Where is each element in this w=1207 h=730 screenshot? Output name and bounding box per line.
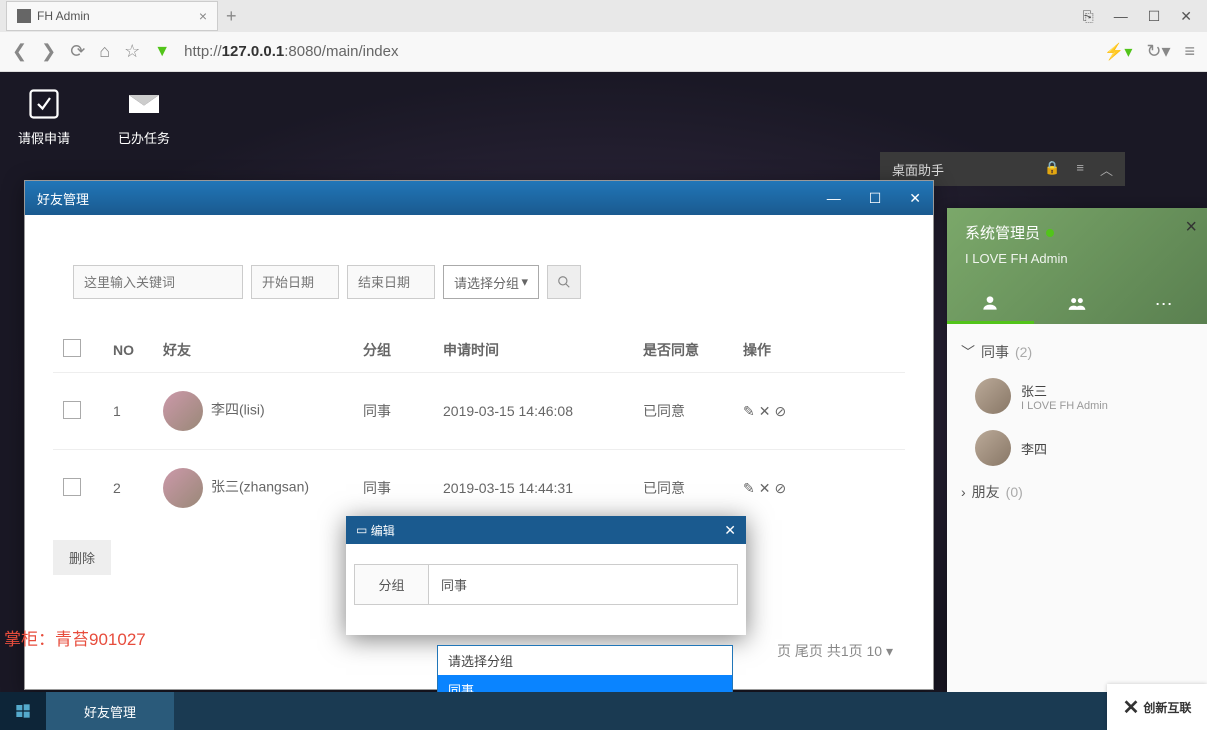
dots-icon: ⋯ bbox=[1155, 294, 1173, 315]
window-maximize-icon[interactable]: ☐ bbox=[1148, 8, 1161, 25]
table-row: 2 张三(zhangsan) 同事 2019-03-15 14:44:31 已同… bbox=[53, 450, 905, 527]
tab-groups[interactable] bbox=[1034, 284, 1121, 324]
friend-item[interactable]: 张三I LOVE FH Admin bbox=[961, 370, 1193, 422]
new-tab-button[interactable]: + bbox=[226, 6, 237, 27]
browser-tab[interactable]: FH Admin × bbox=[6, 1, 218, 31]
taskbar: 好友管理 bbox=[0, 692, 1207, 730]
star-icon[interactable]: ☆ bbox=[124, 41, 140, 62]
tab-more[interactable]: ⋯ bbox=[1120, 284, 1207, 324]
keyword-input[interactable] bbox=[73, 265, 243, 299]
table-row: 1 李四(lisi) 同事 2019-03-15 14:46:08 已同意 ✎✕… bbox=[53, 373, 905, 450]
watermark-logo: ✕创新互联 bbox=[1107, 684, 1207, 730]
tab-close-icon[interactable]: × bbox=[199, 8, 207, 24]
browser-tab-strip: FH Admin × + ⎘ — ☐ ✕ bbox=[0, 0, 1207, 32]
block-icon[interactable]: ⊘ bbox=[774, 480, 790, 496]
modal-close-icon[interactable]: ✕ bbox=[724, 522, 736, 539]
modal-titlebar[interactable]: ▭ 编辑 ✕ bbox=[346, 516, 746, 544]
home-icon[interactable]: ⌂ bbox=[99, 41, 110, 62]
chat-close-icon[interactable]: × bbox=[1185, 216, 1197, 239]
end-date-input[interactable] bbox=[347, 265, 435, 299]
edit-icon bbox=[26, 86, 62, 122]
pagination[interactable]: 页 尾页 共1页 10 ▾ bbox=[777, 641, 893, 661]
group-select-value[interactable]: 同事 bbox=[429, 565, 737, 604]
browser-extras-icon[interactable]: ⎘ bbox=[1083, 8, 1094, 25]
chevron-down-icon: ﹀ bbox=[961, 342, 975, 362]
group-dropdown: 请选择分组 同事 朋友 bbox=[437, 645, 733, 692]
modal-icon: ▭ bbox=[356, 523, 367, 537]
window-min-icon[interactable]: — bbox=[827, 190, 841, 207]
window-titlebar[interactable]: 好友管理 — ☐ ✕ bbox=[25, 181, 933, 215]
edit-icon[interactable]: ✎ bbox=[743, 403, 759, 419]
delete-button[interactable]: 删除 bbox=[53, 540, 111, 575]
group-label: 分组 bbox=[355, 565, 429, 604]
refresh-icon[interactable]: ⟳ bbox=[70, 41, 85, 62]
shield-icon[interactable]: ▼ bbox=[154, 43, 170, 61]
avatar bbox=[975, 378, 1011, 414]
avatar bbox=[975, 430, 1011, 466]
tab-favicon bbox=[17, 9, 31, 23]
friends-table: NO 好友 分组 申请时间 是否同意 操作 1 李四(lisi) 同事 2019… bbox=[53, 327, 905, 526]
taskbar-item[interactable]: 好友管理 bbox=[46, 692, 174, 730]
brand-text: 掌柜：青苔901027 bbox=[4, 625, 146, 650]
desktop-area: 请假申请 已办任务 桌面助手 🔒 ≡ ︿ 好友管理 — ☐ ✕ bbox=[0, 72, 1207, 692]
browser-toolbar: ❮ ❯ ⟳ ⌂ ☆ ▼ http://127.0.0.1:8080/main/i… bbox=[0, 32, 1207, 72]
window-close-icon[interactable]: ✕ bbox=[1180, 8, 1192, 25]
edit-icon[interactable]: ✎ bbox=[743, 480, 759, 496]
collapse-icon[interactable]: ︿ bbox=[1100, 160, 1113, 179]
delete-icon[interactable]: ✕ bbox=[759, 403, 775, 419]
lock-icon[interactable]: 🔒 bbox=[1044, 160, 1060, 179]
dropdown-option[interactable]: 请选择分组 bbox=[438, 646, 732, 675]
delete-icon[interactable]: ✕ bbox=[759, 480, 775, 496]
window-close-icon[interactable]: ✕ bbox=[909, 190, 921, 207]
edit-modal: ▭ 编辑 ✕ 分组 同事 请选择分组 同事 朋友 bbox=[346, 516, 746, 635]
menu-icon[interactable]: ≡ bbox=[1184, 41, 1195, 62]
avatar bbox=[163, 468, 203, 508]
chat-header: × 系统管理员 I LOVE FH Admin ⋯ bbox=[947, 208, 1207, 324]
search-icon bbox=[557, 275, 571, 289]
chevron-right-icon: › bbox=[961, 484, 966, 500]
friend-group-header[interactable]: ›朋友(0) bbox=[961, 474, 1193, 510]
dropdown-option[interactable]: 同事 bbox=[438, 675, 732, 692]
row-checkbox[interactable] bbox=[63, 478, 81, 496]
list-icon[interactable]: ≡ bbox=[1076, 160, 1084, 179]
chat-panel: × 系统管理员 I LOVE FH Admin ⋯ ﹀同事(2) 张三I LOV… bbox=[947, 208, 1207, 692]
window-minimize-icon[interactable]: — bbox=[1114, 8, 1128, 25]
person-icon bbox=[980, 293, 1000, 313]
desktop-icon-leave-request[interactable]: 请假申请 bbox=[18, 86, 70, 147]
select-all-checkbox[interactable] bbox=[63, 339, 81, 357]
friend-group-header[interactable]: ﹀同事(2) bbox=[961, 334, 1193, 370]
back-icon[interactable]: ❮ bbox=[12, 41, 27, 62]
bolt-icon[interactable]: ⚡▾ bbox=[1104, 42, 1132, 62]
undo-icon[interactable]: ↻▾ bbox=[1146, 41, 1170, 62]
windows-icon bbox=[15, 703, 31, 719]
tab-contacts[interactable] bbox=[947, 284, 1034, 324]
block-icon[interactable]: ⊘ bbox=[774, 403, 790, 419]
desktop-icon-done-tasks[interactable]: 已办任务 bbox=[118, 86, 170, 147]
start-date-input[interactable] bbox=[251, 265, 339, 299]
address-bar[interactable]: http://127.0.0.1:8080/main/index bbox=[184, 43, 1090, 60]
envelope-icon bbox=[126, 86, 162, 122]
friend-item[interactable]: 李四 bbox=[961, 422, 1193, 474]
window-max-icon[interactable]: ☐ bbox=[869, 190, 882, 207]
tab-title: FH Admin bbox=[37, 9, 90, 23]
row-checkbox[interactable] bbox=[63, 401, 81, 419]
search-button[interactable] bbox=[547, 265, 581, 299]
avatar bbox=[163, 391, 203, 431]
people-icon bbox=[1066, 294, 1088, 314]
forward-icon[interactable]: ❯ bbox=[41, 41, 56, 62]
group-select[interactable]: 请选择分组▾ bbox=[443, 265, 539, 299]
start-button[interactable] bbox=[0, 692, 46, 730]
online-dot-icon bbox=[1046, 229, 1054, 237]
